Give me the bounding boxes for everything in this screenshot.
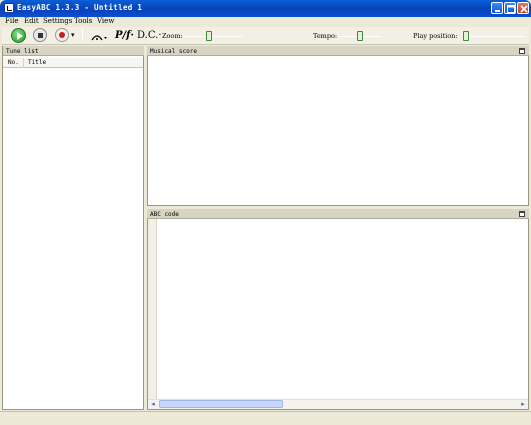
dc-button[interactable]: D.C.· <box>137 30 162 41</box>
abc-code-title: ABC code <box>150 211 179 218</box>
abc-code-pane[interactable] <box>147 209 529 410</box>
play-position-slider-track[interactable] <box>463 36 525 37</box>
zoom-slider-track[interactable] <box>183 36 243 37</box>
record-dropdown-icon[interactable]: ▾ <box>71 31 75 39</box>
column-no[interactable]: No. <box>8 59 19 66</box>
musical-score-header: Musical score <box>147 46 529 56</box>
maximize-icon <box>507 5 515 13</box>
tune-list-column-header: No. Title <box>3 58 143 68</box>
stop-button[interactable] <box>33 28 47 42</box>
title-bar[interactable]: EasyABC 1.3.3 - Untitled 1 <box>0 0 531 17</box>
fermata-icon[interactable] <box>91 32 107 42</box>
tune-list-title: Tune list <box>6 48 39 55</box>
menu-view[interactable]: View <box>97 17 114 25</box>
abc-maximize-icon[interactable] <box>519 211 525 217</box>
app-icon <box>4 3 14 13</box>
play-position-label: Play position: <box>413 32 458 40</box>
tempo-slider-thumb[interactable] <box>357 31 363 41</box>
record-button[interactable] <box>55 28 69 42</box>
musical-score-title: Musical score <box>150 48 197 55</box>
menu-settings[interactable]: Settings <box>43 17 72 25</box>
play-button[interactable] <box>11 28 26 43</box>
scroll-right-icon[interactable]: ▸ <box>518 399 528 409</box>
tempo-label: Tempo: <box>313 32 338 40</box>
menu-file[interactable]: File <box>5 17 18 25</box>
scrollbar-thumb[interactable] <box>159 400 283 408</box>
window-title: EasyABC 1.3.3 - Untitled 1 <box>17 3 143 12</box>
minimize-button[interactable] <box>491 2 503 14</box>
menu-bar: File Edit Settings Tools View <box>0 17 531 27</box>
menu-edit[interactable]: Edit <box>24 17 39 25</box>
zoom-label: Zoom: <box>162 32 183 40</box>
zoom-slider-thumb[interactable] <box>206 31 213 41</box>
column-divider[interactable] <box>23 58 24 68</box>
dynamics-button[interactable]: P/f· <box>115 30 134 41</box>
play-position-slider-thumb[interactable] <box>463 31 469 41</box>
scroll-left-icon[interactable]: ◂ <box>148 399 158 409</box>
close-icon <box>520 5 528 13</box>
line-number-gutter <box>148 219 157 399</box>
minimize-icon <box>495 10 500 12</box>
menu-tools[interactable]: Tools <box>74 17 92 25</box>
column-title[interactable]: Title <box>28 59 46 66</box>
status-bar <box>0 411 531 425</box>
toolbar-separator <box>82 29 83 42</box>
close-button[interactable] <box>517 2 529 14</box>
musical-score-pane <box>147 46 529 206</box>
tune-list-pane <box>2 46 144 410</box>
abc-code-header: ABC code <box>147 209 529 219</box>
tune-list-header: Tune list <box>3 46 144 56</box>
maximize-button[interactable] <box>504 2 516 14</box>
score-maximize-icon[interactable] <box>519 48 525 54</box>
